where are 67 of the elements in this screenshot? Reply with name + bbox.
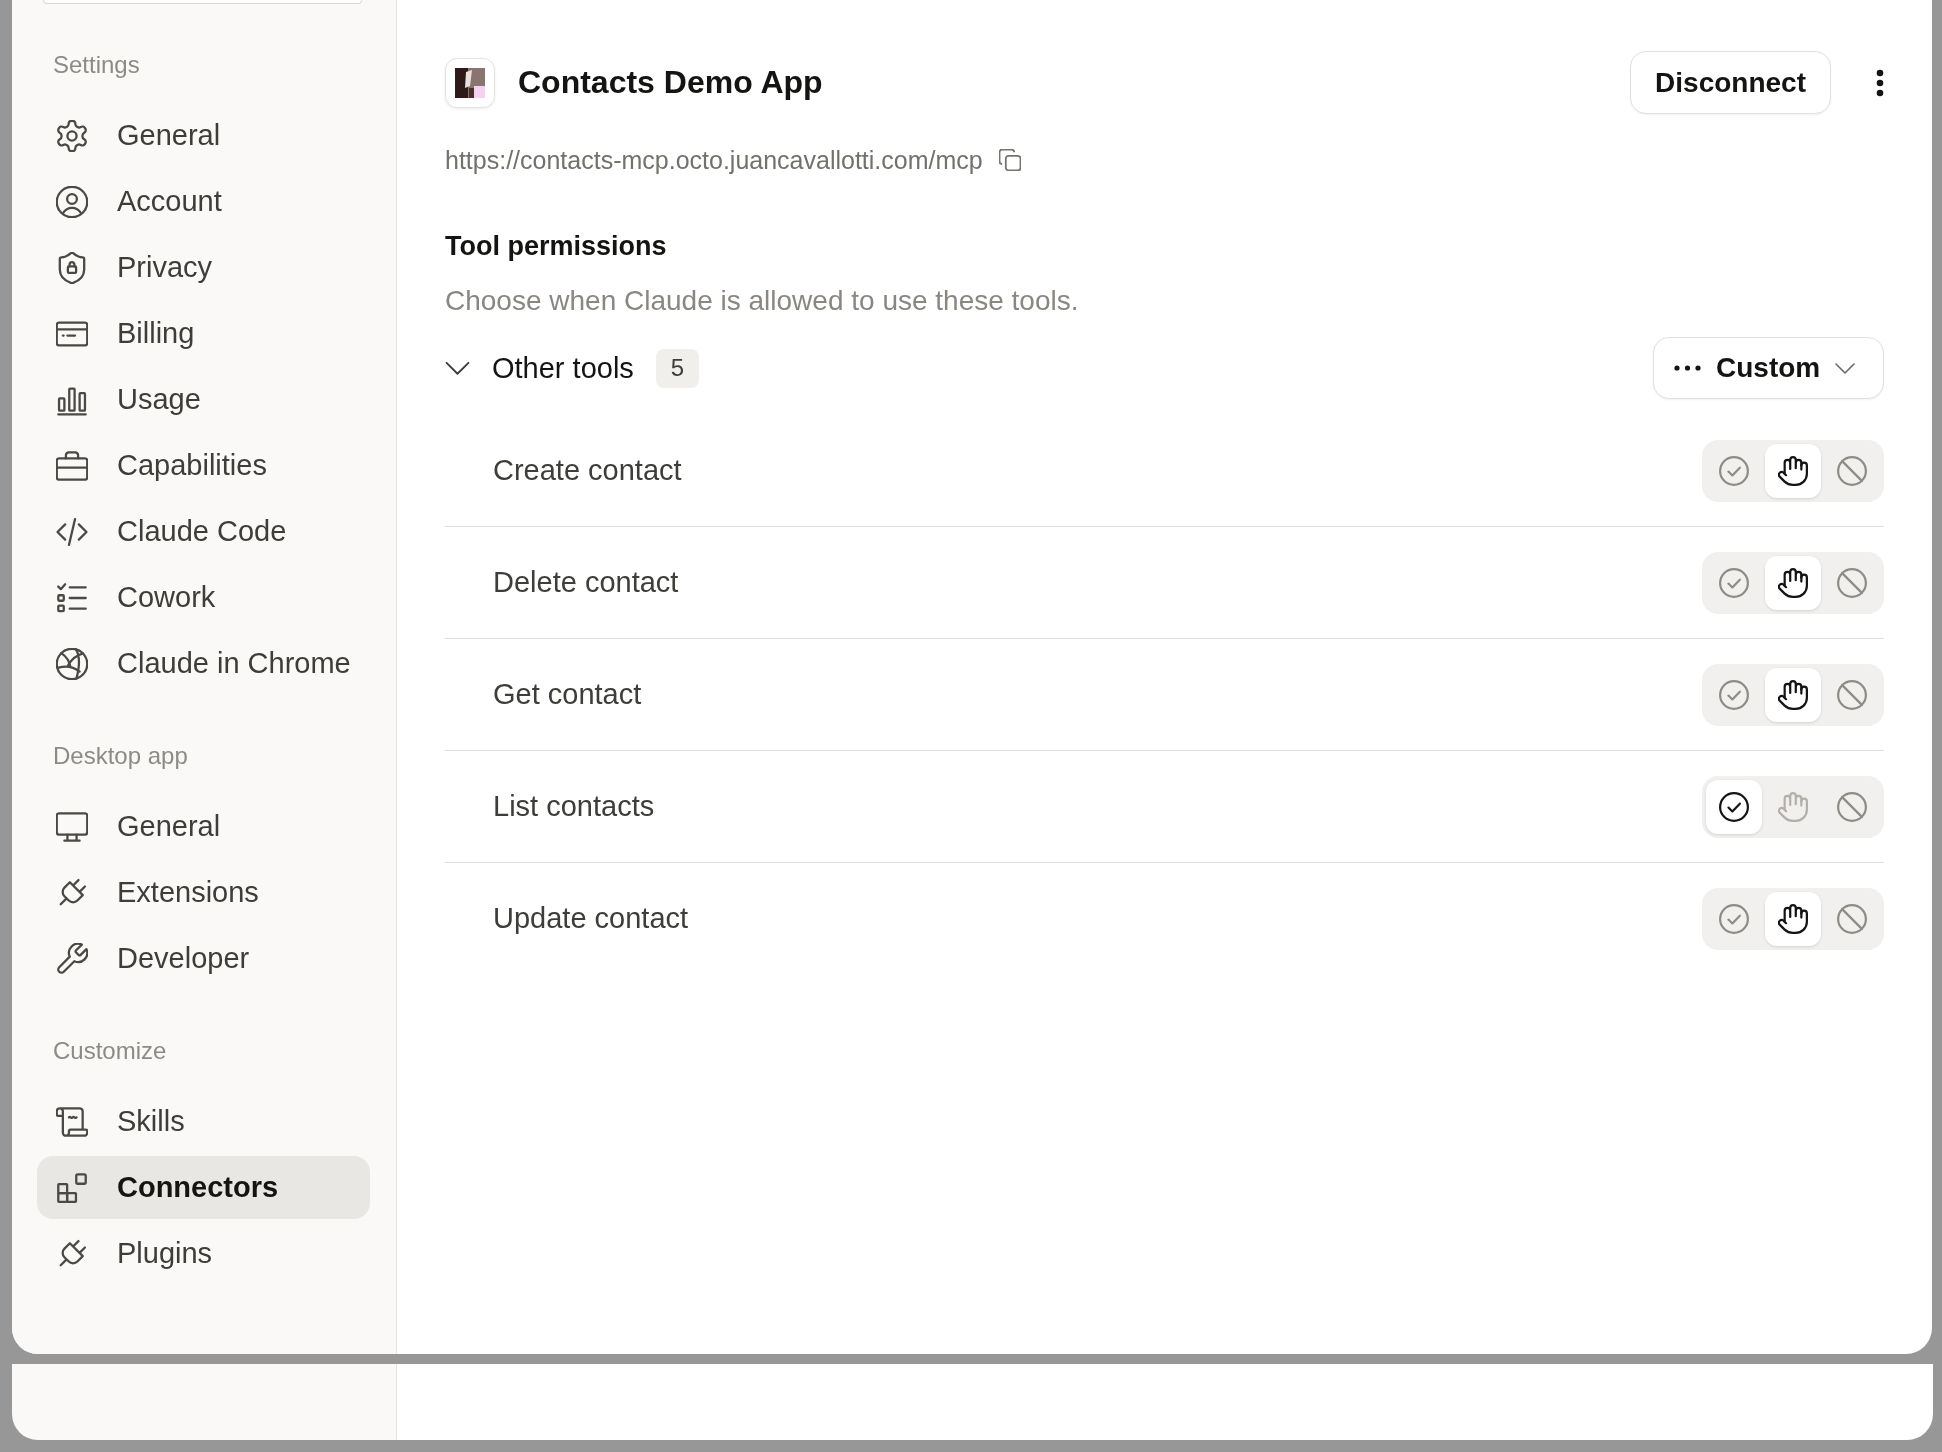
tool-name: List contacts xyxy=(493,790,656,823)
tool-name: Create contact xyxy=(493,454,683,487)
nav-item[interactable]: General xyxy=(37,795,370,858)
nav-item[interactable]: Plugins xyxy=(37,1222,370,1285)
hand-icon xyxy=(1778,567,1808,598)
hand-icon xyxy=(1778,791,1808,822)
nav-item[interactable]: Billing xyxy=(37,302,370,365)
prohibited-icon xyxy=(1837,455,1867,486)
nav-item[interactable]: Privacy xyxy=(37,236,370,299)
tool-name: Delete contact xyxy=(493,566,680,599)
connector-url: https://contacts-mcp.octo.juancavallotti.com/mcp xyxy=(445,145,983,175)
ellipsis-icon xyxy=(1674,365,1701,371)
connector-title: Contacts Demo App xyxy=(518,64,824,101)
group-label: Other tools xyxy=(492,351,634,385)
blocks-icon xyxy=(56,1171,88,1204)
nav-item[interactable]: Capabilities xyxy=(37,434,370,497)
prohibited-icon xyxy=(1837,679,1867,710)
section-title: Tool permissions xyxy=(445,231,668,261)
tool-name: Update contact xyxy=(493,902,690,935)
checklist-icon xyxy=(56,581,88,614)
monitor-icon xyxy=(56,810,88,843)
hand-icon xyxy=(1778,903,1808,934)
nav-item[interactable]: Claude in Chrome xyxy=(37,632,370,695)
nav-item[interactable]: Cowork xyxy=(37,566,370,629)
code-icon xyxy=(56,515,88,548)
section-heading: Settings xyxy=(52,50,141,80)
nav-item[interactable]: Extensions xyxy=(37,861,370,924)
permission-option[interactable] xyxy=(1765,667,1821,722)
check-circle-icon xyxy=(1719,567,1749,598)
wrench-icon xyxy=(56,942,88,975)
section-heading: Desktop app xyxy=(52,741,189,771)
copy-icon[interactable] xyxy=(998,149,1021,171)
permission-option[interactable] xyxy=(1706,779,1762,834)
check-circle-icon xyxy=(1719,679,1749,710)
nav-item[interactable]: Account xyxy=(37,170,370,233)
more-options-icon[interactable] xyxy=(1876,68,1884,97)
permission-dropdown[interactable]: Custom xyxy=(1653,337,1884,399)
tool-name: Get contact xyxy=(493,678,643,711)
permission-option[interactable] xyxy=(1765,443,1821,498)
globe-icon xyxy=(56,647,88,680)
briefcase-icon xyxy=(56,449,88,482)
permission-option[interactable] xyxy=(1765,891,1821,946)
check-circle-icon xyxy=(1719,903,1749,934)
nav-item[interactable]: General xyxy=(37,104,370,167)
app-logo-icon xyxy=(445,57,495,108)
chevron-down-icon[interactable] xyxy=(445,361,470,375)
section-heading: Customize xyxy=(52,1036,168,1066)
check-circle-icon xyxy=(1719,455,1749,486)
prohibited-icon xyxy=(1837,567,1867,598)
permission-option[interactable] xyxy=(1765,555,1821,610)
gear-icon xyxy=(56,119,88,152)
scroll-icon xyxy=(56,1105,88,1138)
check-circle-icon xyxy=(1719,791,1749,822)
count-badge: 5 xyxy=(655,348,699,388)
disconnect-button[interactable]: Disconnect xyxy=(1630,51,1831,114)
nav-item[interactable]: Skills xyxy=(37,1090,370,1153)
nav-item[interactable]: Claude Code xyxy=(37,500,370,563)
hand-icon xyxy=(1778,679,1808,710)
section-description: Choose when Claude is allowed to use these tools. xyxy=(445,286,1080,316)
prohibited-icon xyxy=(1837,903,1867,934)
prohibited-icon xyxy=(1837,791,1867,822)
nav-item[interactable]: Usage xyxy=(37,368,370,431)
nav-item[interactable]: Connectors xyxy=(37,1156,370,1219)
shield-lock-icon xyxy=(56,251,88,284)
nav-item[interactable]: Developer xyxy=(37,927,370,990)
hand-icon xyxy=(1778,455,1808,486)
chevron-down-icon xyxy=(1835,362,1856,374)
